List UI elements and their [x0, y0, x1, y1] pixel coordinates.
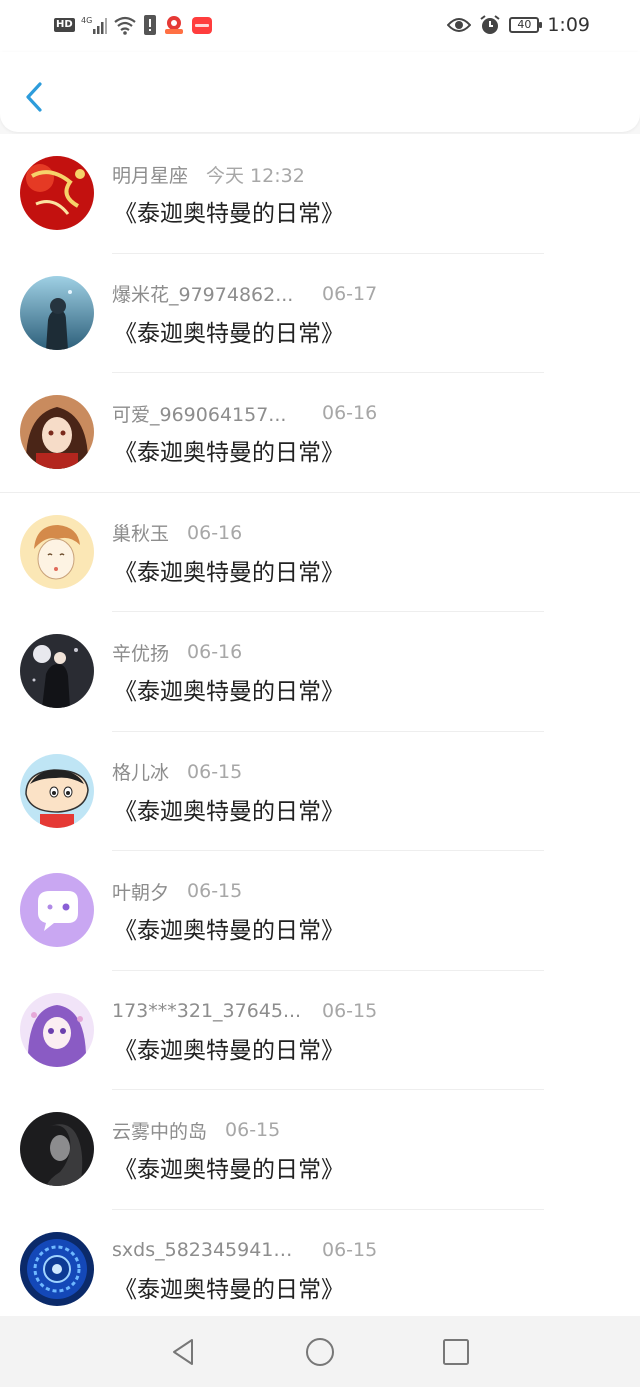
avatar[interactable] [20, 634, 94, 708]
list-item[interactable]: 云雾中的岛 06-15 《泰迦奥特曼的日常》 [0, 1090, 640, 1210]
sender-name: 明月星座 [112, 164, 189, 187]
message-meta: 173***321_37645... 06-15 [112, 998, 377, 1024]
sender-name: 叶朝夕 [112, 881, 170, 904]
eye-icon [447, 18, 472, 32]
sender-name: 173***321_37645... [112, 999, 302, 1022]
red-new-year-avatar [20, 156, 94, 230]
message-meta: sxds_5823459413... 06-15 [112, 1237, 377, 1263]
cartoon-face-avatar [20, 514, 94, 589]
nav-home-button[interactable] [304, 1336, 336, 1368]
message-time: 06-16 [187, 521, 243, 544]
dark-couple-avatar [20, 634, 94, 708]
message-meta: 云雾中的岛 06-15 [112, 1117, 280, 1143]
home-circle-icon [306, 1338, 334, 1366]
message-meta: 明月星座 今天 12:32 [112, 161, 305, 187]
message-time: 06-15 [225, 1119, 281, 1141]
message-text: 《泰迦奥特曼的日常》 [114, 440, 344, 466]
list-item[interactable]: 巢秋玉 06-16 《泰迦奥特曼的日常》 [0, 493, 640, 612]
sender-name: 格儿冰 [112, 762, 170, 784]
purple-chat-avatar [20, 873, 94, 947]
back-button[interactable] [18, 78, 52, 116]
status-left-icons: HD 4G [54, 12, 213, 38]
avatar[interactable] [20, 873, 94, 947]
list-item[interactable]: sxds_5823459413... 06-15 《泰迦奥特曼的日常》 [0, 1210, 640, 1330]
purple-anime-avatar [20, 992, 94, 1067]
app-icon-shop [191, 17, 212, 34]
recents-square-icon [443, 1339, 469, 1365]
sender-name: 巢秋玉 [112, 523, 170, 545]
message-text: 《泰迦奥特曼的日常》 [114, 1037, 344, 1064]
avatar[interactable] [20, 395, 94, 469]
avatar[interactable] [20, 156, 94, 230]
sender-name: 可爱_969064157... [112, 403, 287, 426]
message-time: 06-15 [187, 880, 243, 902]
message-time: 今天 12:32 [206, 164, 305, 187]
message-text: 《泰迦奥特曼的日常》 [114, 918, 344, 944]
avatar[interactable] [20, 514, 94, 589]
list-item[interactable]: 明月星座 今天 12:32 《泰迦奥特曼的日常》 [0, 134, 640, 254]
status-bar: HD 4G 40 1:09 [0, 0, 640, 52]
4g-signal-icon: 4G [81, 16, 107, 34]
message-meta: 爆米花_97974862... 06-17 [112, 281, 377, 307]
message-text: 《泰迦奥特曼的日常》 [114, 1157, 344, 1183]
message-meta: 巢秋玉 06-16 [112, 520, 242, 546]
alarm-icon [480, 15, 500, 34]
message-text: 《泰迦奥特曼的日常》 [114, 1276, 344, 1303]
app-icon-red [164, 16, 183, 34]
nav-back-button[interactable] [168, 1336, 200, 1368]
message-time: 06-17 [322, 282, 378, 305]
hd-icon: HD [54, 18, 75, 32]
message-text: 《泰迦奥特曼的日常》 [114, 201, 344, 227]
top-app-bar [0, 52, 640, 132]
message-time: 06-15 [187, 760, 243, 783]
alert-icon [143, 15, 156, 35]
message-meta: 叶朝夕 06-15 [112, 878, 242, 904]
dark-portrait-avatar [20, 1112, 94, 1186]
avatar[interactable] [20, 992, 94, 1067]
list-item[interactable]: 爆米花_97974862... 06-17 《泰迦奥特曼的日常》 [0, 254, 640, 373]
anime-girl-avatar [20, 395, 94, 469]
sender-name: 爆米花_97974862... [112, 284, 294, 306]
message-list: 明月星座 今天 12:32 《泰迦奥特曼的日常》 爆米花_97974862...… [0, 134, 640, 1329]
message-text: 《泰迦奥特曼的日常》 [114, 559, 344, 586]
battery-icon: 40 [509, 17, 543, 33]
sender-name: sxds_5823459413... [112, 1238, 302, 1261]
message-time: 06-15 [322, 1238, 378, 1261]
wifi-icon [113, 16, 136, 35]
list-item[interactable]: 格儿冰 06-15 《泰迦奥特曼的日常》 [0, 732, 640, 851]
message-time: 06-15 [322, 999, 378, 1022]
blue-orb-avatar [20, 1231, 94, 1306]
message-text: 《泰迦奥特曼的日常》 [114, 679, 344, 705]
message-meta: 辛优扬 06-16 [112, 639, 242, 665]
avatar[interactable] [20, 1112, 94, 1186]
system-nav-bar [0, 1316, 640, 1387]
avatar[interactable] [20, 753, 94, 828]
message-meta: 格儿冰 06-15 [112, 759, 242, 785]
list-item[interactable]: 可爱_969064157... 06-16 《泰迦奥特曼的日常》 [0, 373, 640, 493]
message-meta: 可爱_969064157... 06-16 [112, 400, 377, 426]
blue-hand-avatar [20, 275, 94, 350]
chevron-left-icon [26, 82, 42, 112]
avatar[interactable] [20, 275, 94, 350]
network-label: 4G [81, 16, 92, 25]
list-item[interactable]: 173***321_37645... 06-15 《泰迦奥特曼的日常》 [0, 971, 640, 1090]
back-triangle-icon [173, 1339, 193, 1365]
nav-recents-button[interactable] [440, 1336, 472, 1368]
message-text: 《泰迦奥特曼的日常》 [114, 798, 344, 825]
crayon-shin-avatar [20, 753, 94, 828]
sender-name: 辛优扬 [112, 642, 170, 665]
message-time: 06-16 [187, 641, 243, 663]
avatar[interactable] [20, 1231, 94, 1306]
status-right-icons: 40 1:09 [447, 12, 590, 38]
sender-name: 云雾中的岛 [112, 1120, 208, 1143]
message-time: 06-16 [322, 402, 378, 424]
message-text: 《泰迦奥特曼的日常》 [114, 320, 344, 347]
list-item[interactable]: 辛优扬 06-16 《泰迦奥特曼的日常》 [0, 612, 640, 732]
list-item[interactable]: 叶朝夕 06-15 《泰迦奥特曼的日常》 [0, 851, 640, 971]
clock: 1:09 [547, 14, 590, 36]
